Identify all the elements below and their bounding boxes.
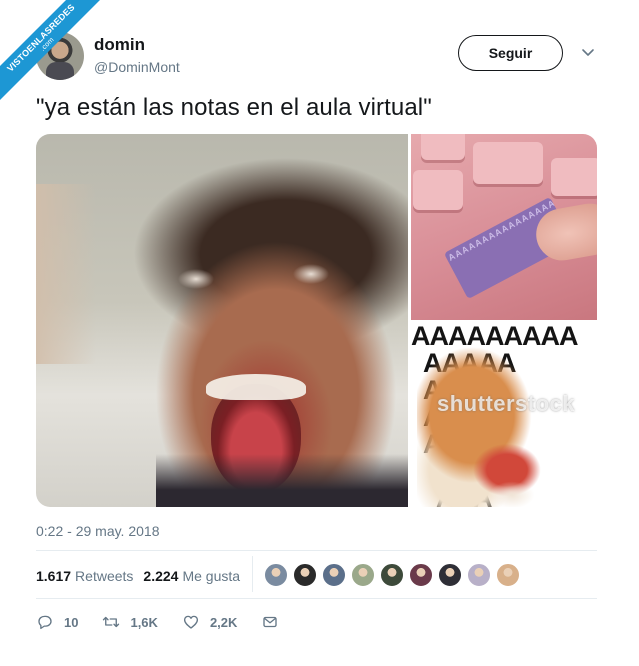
likers-avatars — [264, 563, 525, 587]
media-grid: AAAAAAAAAAAAAAAAAAAAAAAAAAAAAAAAAAAAAAAA… — [36, 134, 597, 507]
message-button[interactable] — [261, 613, 279, 631]
envelope-icon — [263, 616, 278, 628]
divider — [36, 598, 597, 599]
retweets-count: 1.617 — [36, 568, 72, 584]
like-button[interactable]: 2,2K — [182, 613, 237, 631]
keyboard-key — [413, 170, 463, 210]
keyboard-key — [551, 158, 597, 196]
ribbon-banner: VISTOENLASREDES .com — [0, 0, 119, 116]
chevron-down-icon[interactable] — [580, 44, 596, 60]
likes-stat[interactable]: 2.224 Me gusta — [143, 568, 240, 584]
photo-keyboard[interactable]: AAAAAAAAAAAAAAAAAAAAAAAAAAAAAAAAAAAAAAAA… — [411, 134, 597, 320]
likes-count: 2.224 — [143, 568, 179, 584]
retweets-label: Retweets — [75, 568, 134, 584]
photo-detail — [176, 259, 336, 299]
photo-detail — [36, 184, 96, 364]
reply-button[interactable]: 10 — [36, 613, 78, 631]
follow-button[interactable]: Seguir — [458, 35, 563, 71]
photo-detail — [206, 374, 306, 400]
dog — [417, 345, 543, 507]
retweet-button[interactable]: 1,6K — [102, 613, 158, 631]
tweet-stats: 1.617 Retweets 2.224 Me gusta — [36, 562, 250, 590]
like-count: 2,2K — [209, 614, 238, 630]
retweets-stat[interactable]: 1.617 Retweets — [36, 568, 133, 584]
liker-avatar[interactable] — [438, 563, 462, 587]
photo-detail — [156, 454, 408, 507]
tweet-actions: 10 1,6K 2,2K — [36, 610, 303, 634]
liker-avatar[interactable] — [380, 563, 404, 587]
liker-avatar[interactable] — [409, 563, 433, 587]
tweet-timestamp[interactable]: 0:22 - 29 may. 2018 — [36, 523, 159, 539]
reply-icon — [38, 615, 52, 630]
liker-avatar[interactable] — [293, 563, 317, 587]
liker-avatar[interactable] — [496, 563, 520, 587]
divider — [36, 550, 597, 551]
keyboard-key — [421, 134, 465, 160]
retweet-count: 1,6K — [130, 614, 158, 630]
photo-screaming-dog[interactable]: AAAAAAAAA AAAAA AAAA AAAA AAAA AAAA AAA … — [411, 323, 597, 507]
stats-separator — [252, 556, 253, 592]
liker-avatar[interactable] — [351, 563, 375, 587]
site-ribbon: VISTOENLASREDES .com — [0, 0, 120, 120]
photo-screaming-man[interactable] — [36, 134, 408, 507]
liker-avatar[interactable] — [467, 563, 491, 587]
ribbon-title: VISTOENLASREDES — [5, 2, 77, 74]
keyboard-key — [473, 142, 543, 184]
liker-avatar[interactable] — [322, 563, 346, 587]
watermark: shutterstock — [437, 391, 576, 416]
liker-avatar[interactable] — [264, 563, 288, 587]
tweet-header: domin @DominMont Seguir — [36, 32, 604, 82]
heart-icon — [183, 615, 198, 629]
reply-count: 10 — [64, 614, 79, 630]
retweet-icon — [103, 616, 120, 628]
likes-label: Me gusta — [182, 568, 241, 584]
